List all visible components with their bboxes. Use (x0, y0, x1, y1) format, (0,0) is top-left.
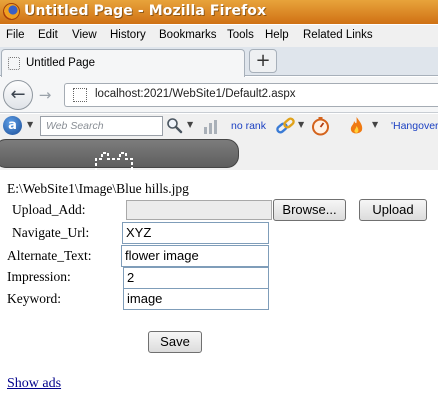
search-dropdown-icon[interactable]: ▼ (187, 120, 193, 129)
upload-add-label: Upload_Add: (12, 202, 86, 217)
window-titlebar: Untitled Page - Mozilla Firefox (0, 0, 438, 24)
impression-label: Impression: (7, 269, 71, 284)
dial-icon[interactable] (311, 117, 330, 136)
alternate-text-input[interactable]: flower image (121, 245, 269, 267)
site-identity-icon[interactable] (73, 88, 87, 102)
url-text[interactable]: localhost:2021/WebSite1/Default2.aspx (95, 88, 296, 100)
alternate-text-label: Alternate_Text: (7, 248, 92, 263)
toolbar-logo-icon[interactable]: a (3, 116, 22, 135)
address-bar[interactable]: localhost:2021/WebSite1/Default2.aspx (64, 83, 438, 107)
page-favicon-icon (8, 57, 20, 70)
firefox-logo-icon (3, 3, 20, 20)
save-button[interactable]: Save (148, 331, 202, 353)
show-ads-link[interactable]: Show ads (7, 376, 61, 392)
browse-button[interactable]: Browse... (273, 199, 346, 221)
menu-file[interactable]: File (6, 29, 25, 41)
links-dropdown-icon[interactable]: ▼ (298, 120, 304, 129)
upload-button[interactable]: Upload (359, 199, 427, 221)
flame-icon[interactable] (348, 116, 365, 136)
tab-untitled-page[interactable]: Untitled Page (1, 49, 245, 77)
tab-label: Untitled Page (26, 57, 96, 69)
chain-link-icon[interactable] (276, 117, 296, 135)
logo-dropdown-icon[interactable]: ▼ (27, 120, 33, 129)
navigate-url-label: Navigate_Url: (12, 225, 90, 240)
navigate-url-input[interactable]: XYZ (122, 222, 269, 244)
navigation-bar: ← → localhost:2021/WebSite1/Default2.asp… (0, 77, 438, 113)
impression-input[interactable]: 2 (123, 267, 269, 289)
tab-strip: Untitled Page + (0, 47, 438, 77)
menu-history[interactable]: History (110, 29, 146, 41)
hangover-link[interactable]: 'Hangover (391, 120, 438, 132)
menu-help[interactable]: Help (265, 29, 289, 41)
search-toolbar: a ▼ Web Search ▼ no rank ▼ ▼ 'Hangover (0, 114, 438, 138)
menu-view[interactable]: View (72, 29, 97, 41)
castle-icon (95, 152, 133, 171)
forward-arrow-icon: → (38, 86, 52, 104)
bar-chart-icon[interactable] (203, 119, 220, 134)
menu-related-links[interactable]: Related Links (303, 29, 373, 41)
keyword-label: Keyword: (7, 291, 61, 306)
menu-bookmarks[interactable]: Bookmarks (159, 29, 217, 41)
forward-button[interactable]: → (35, 85, 55, 105)
back-button[interactable]: ← (3, 80, 33, 110)
rank-link[interactable]: no rank (231, 120, 266, 132)
new-tab-button[interactable]: + (249, 49, 277, 73)
page-content: E:\WebSite1\Image\Blue hills.jpg Upload_… (0, 171, 438, 400)
web-search-placeholder: Web Search (46, 120, 104, 132)
back-arrow-icon: ← (10, 84, 26, 105)
menu-edit[interactable]: Edit (38, 29, 58, 41)
keyword-input[interactable]: image (123, 288, 269, 310)
addon-bar (0, 138, 438, 171)
magnifier-icon[interactable] (166, 117, 183, 134)
window-title: Untitled Page - Mozilla Firefox (24, 3, 267, 19)
addon-toolbar-pill[interactable] (0, 139, 239, 171)
menu-bar: File Edit View History Bookmarks Tools H… (0, 25, 438, 47)
file-path-input[interactable] (126, 200, 272, 220)
flame-dropdown-icon[interactable]: ▼ (372, 120, 378, 129)
web-search-input[interactable]: Web Search (40, 116, 163, 136)
image-path-text: E:\WebSite1\Image\Blue hills.jpg (7, 181, 189, 196)
menu-tools[interactable]: Tools (227, 29, 254, 41)
